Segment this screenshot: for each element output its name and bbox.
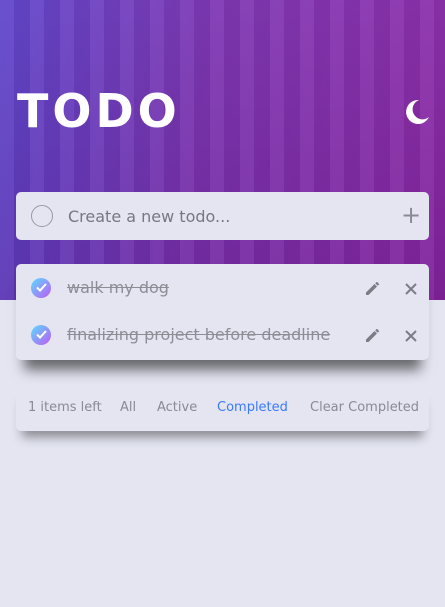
header-background: TODO — [0, 0, 445, 300]
clear-completed-button[interactable]: Clear Completed — [310, 400, 419, 415]
close-icon — [405, 282, 417, 295]
filter-active[interactable]: Active — [157, 400, 197, 415]
filter-bar: 1 items left All Active Completed Clear … — [16, 385, 429, 431]
add-todo-button[interactable]: + — [401, 203, 421, 227]
moon-icon — [406, 99, 429, 124]
pencil-icon — [366, 328, 380, 342]
edit-button[interactable] — [364, 279, 382, 297]
checkmark-icon — [35, 330, 47, 339]
items-left-count: 1 items left — [28, 400, 102, 415]
todo-item: walk my dog — [16, 264, 429, 311]
create-todo-bar: + — [16, 192, 429, 240]
filter-all[interactable]: All — [120, 400, 136, 415]
create-circle-icon — [31, 205, 53, 227]
plus-icon: + — [401, 201, 422, 229]
delete-button[interactable] — [404, 328, 418, 342]
checkmark-icon — [35, 283, 47, 292]
theme-toggle-button[interactable] — [400, 96, 432, 128]
todo-list: walk my dog finalizing project before de… — [16, 264, 429, 360]
close-icon — [405, 329, 417, 342]
delete-button[interactable] — [404, 281, 418, 295]
todo-text: finalizing project before deadline — [67, 325, 331, 344]
filter-completed[interactable]: Completed — [217, 400, 288, 415]
app-title: TODO — [17, 84, 181, 138]
new-todo-input[interactable] — [68, 206, 368, 226]
checked-checkbox[interactable] — [31, 324, 51, 345]
checked-checkbox[interactable] — [31, 277, 51, 298]
background-image — [0, 0, 445, 300]
edit-button[interactable] — [364, 326, 382, 344]
todo-text: walk my dog — [67, 278, 169, 297]
todo-item: finalizing project before deadline — [16, 311, 429, 358]
pencil-icon — [366, 281, 380, 295]
